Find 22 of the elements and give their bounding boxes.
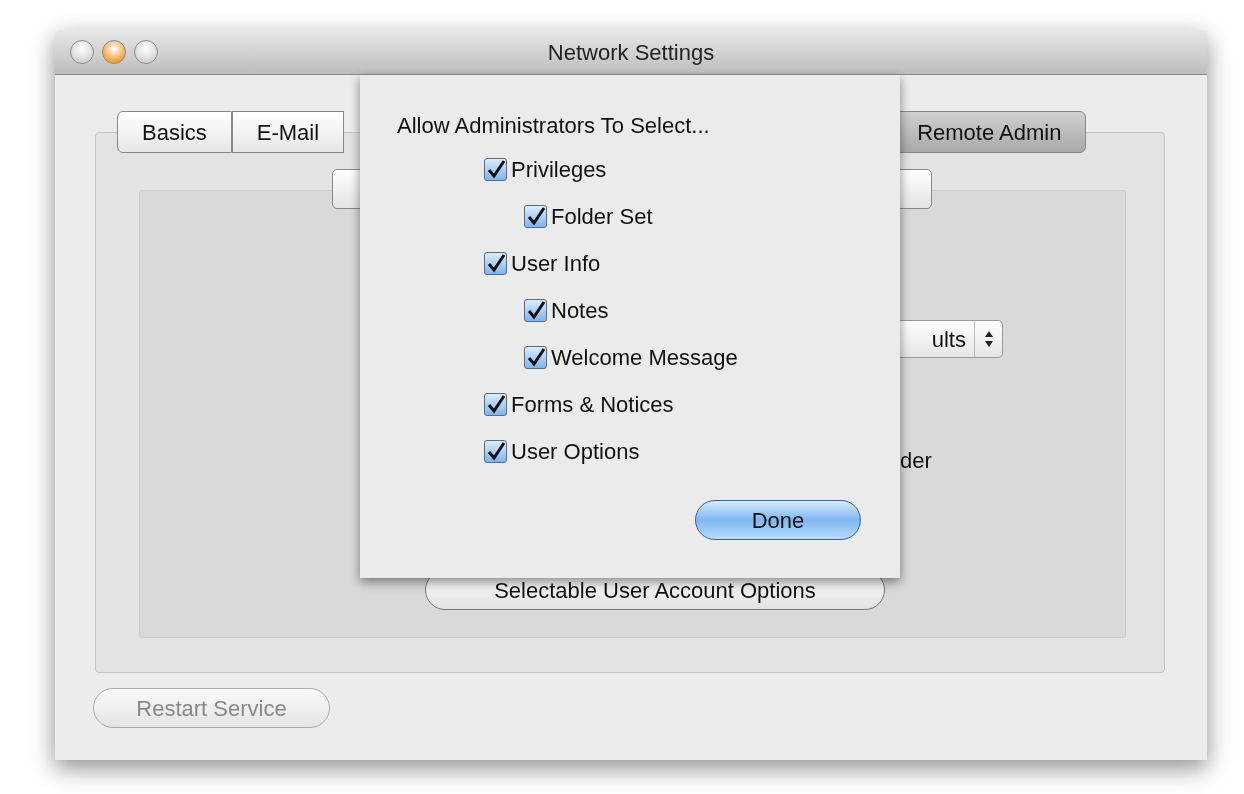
checkbox[interactable] xyxy=(484,158,507,181)
minimize-button[interactable] xyxy=(102,40,126,64)
checkbox[interactable] xyxy=(524,346,547,369)
checkbox[interactable] xyxy=(484,252,507,275)
checkbox-option[interactable]: Forms & Notices xyxy=(484,381,900,428)
window-title: Network Settings xyxy=(547,38,715,67)
checkbox-option[interactable]: Folder Set xyxy=(524,193,900,240)
sheet-title: Allow Administrators To Select... xyxy=(397,112,711,140)
done-button[interactable]: Done xyxy=(695,500,861,540)
checkbox[interactable] xyxy=(524,299,547,322)
tab[interactable]: Basics xyxy=(117,111,232,153)
checkbox-option[interactable]: User Info xyxy=(484,240,900,287)
checkbox[interactable] xyxy=(484,393,507,416)
tab[interactable]: E-Mail xyxy=(231,111,345,153)
zoom-button[interactable] xyxy=(134,40,158,64)
checkbox-option[interactable]: Notes xyxy=(524,287,900,334)
close-button[interactable] xyxy=(70,40,94,64)
checkbox-option[interactable]: User Options xyxy=(484,428,900,475)
checkbox[interactable] xyxy=(524,205,547,228)
checkbox-option[interactable]: Welcome Message xyxy=(524,334,900,381)
checkbox[interactable] xyxy=(484,440,507,463)
radio-label: der xyxy=(900,447,932,475)
